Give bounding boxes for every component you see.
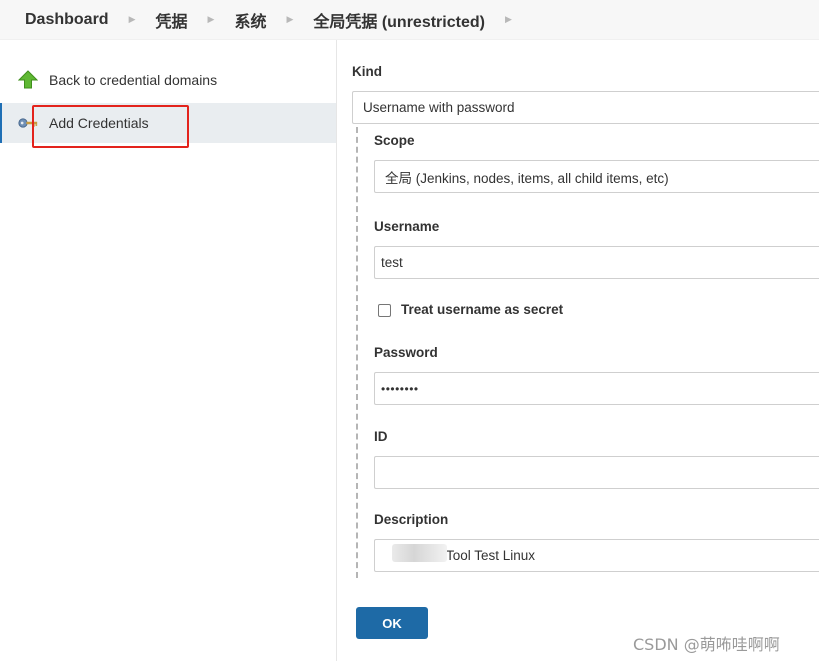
chevron-right-icon: ▶: [286, 14, 294, 24]
breadcrumb-credentials[interactable]: 凭据: [156, 8, 188, 32]
chevron-right-icon: ▶: [207, 14, 215, 24]
id-field[interactable]: [374, 456, 819, 489]
password-field[interactable]: ••••••••: [374, 372, 819, 405]
watermark: CSDN @萌咘哇啊啊: [633, 635, 780, 654]
username-field[interactable]: [374, 246, 819, 279]
key-icon: [18, 113, 38, 133]
kind-label: Kind: [352, 64, 382, 79]
username-label: Username: [374, 219, 440, 234]
treat-username-secret-label[interactable]: Treat username as secret: [401, 302, 563, 317]
kind-select[interactable]: Username with password: [352, 91, 819, 124]
sidebar-divider: [336, 40, 337, 661]
chevron-right-icon[interactable]: ▶: [505, 14, 512, 25]
breadcrumb-system[interactable]: 系统: [234, 8, 266, 32]
treat-username-secret-checkbox[interactable]: [378, 304, 391, 317]
description-label: Description: [374, 512, 449, 527]
id-label: ID: [374, 429, 388, 444]
nested-section-rule: [356, 127, 358, 578]
sidebar-item-add-credentials[interactable]: Add Credentials: [0, 103, 336, 143]
breadcrumb-dashboard[interactable]: Dashboard: [25, 11, 109, 29]
sidebar-item-label: Add Credentials: [49, 115, 149, 131]
ok-button[interactable]: OK: [356, 607, 428, 639]
breadcrumb: Dashboard ▶ 凭据 ▶ 系统 ▶ 全局凭据 (unrestricted…: [0, 0, 819, 40]
sidebar-item-back-to-credential-domains[interactable]: Back to credential domains: [0, 60, 336, 100]
sidebar: Back to credential domains Add Credentia…: [0, 40, 336, 661]
scope-select[interactable]: 全局 (Jenkins, nodes, items, all child ite…: [374, 160, 819, 193]
sidebar-item-label: Back to credential domains: [49, 72, 218, 88]
password-label: Password: [374, 345, 438, 360]
breadcrumb-global-credentials[interactable]: 全局凭据 (unrestricted): [313, 8, 485, 32]
green-up-arrow-icon: [18, 70, 38, 90]
chevron-right-icon: ▶: [128, 14, 136, 24]
scope-label: Scope: [374, 133, 415, 148]
redacted-text-blur: [392, 544, 447, 562]
